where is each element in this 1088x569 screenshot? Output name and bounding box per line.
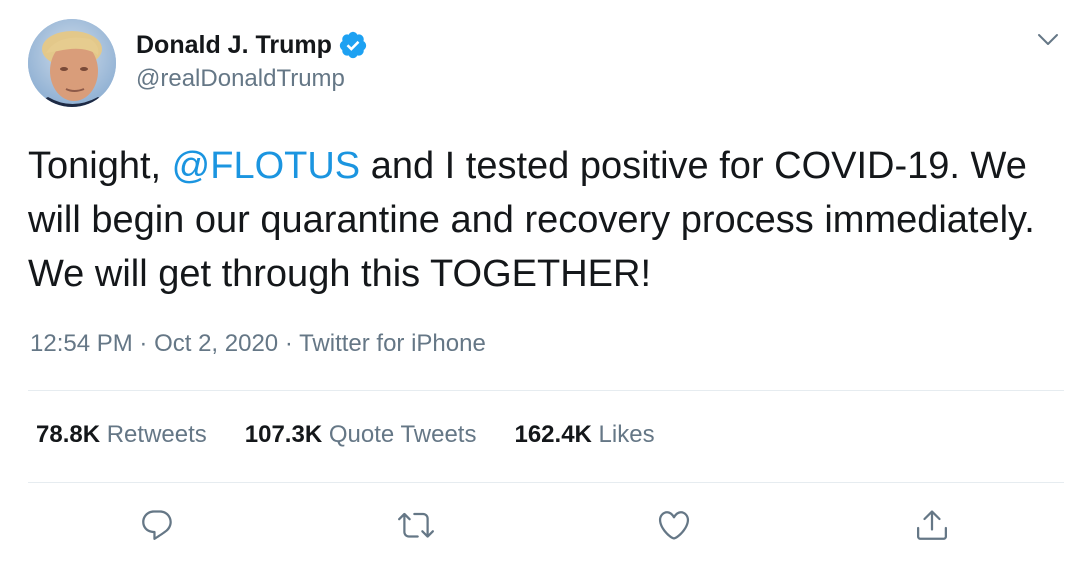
tweet-date[interactable]: Oct 2, 2020	[154, 330, 278, 357]
tweet-stats: 78.8K Retweets 107.3K Quote Tweets 162.4…	[36, 421, 655, 449]
tweet-time[interactable]: 12:54 PM	[30, 330, 133, 357]
like-button[interactable]	[654, 505, 694, 545]
tweet-meta: 12:54 PM · Oct 2, 2020 · Twitter for iPh…	[30, 330, 486, 358]
author-handle[interactable]: @realDonaldTrump	[136, 65, 345, 93]
quote-tweets-stat[interactable]: 107.3K Quote Tweets	[245, 421, 477, 449]
verified-badge-icon	[339, 31, 366, 59]
author-name-row: Donald J. Trump	[136, 28, 368, 62]
quote-tweets-label: Quote Tweets	[328, 421, 477, 448]
retweets-label: Retweets	[106, 421, 207, 448]
tweet-text-start: Tonight,	[28, 145, 172, 187]
share-icon	[917, 510, 947, 540]
retweets-stat[interactable]: 78.8K Retweets	[36, 421, 207, 449]
reply-button[interactable]	[137, 505, 177, 545]
tweet-card: Donald J. Trump @realDonaldTrump Tonight…	[0, 0, 1088, 569]
tweet-actions	[0, 505, 1088, 545]
mention-link[interactable]: @FLOTUS	[172, 145, 360, 187]
tweet-options-button[interactable]	[1030, 25, 1066, 55]
tweet-source[interactable]: Twitter for iPhone	[299, 330, 486, 357]
likes-label: Likes	[598, 421, 655, 448]
likes-count: 162.4K	[514, 421, 592, 448]
author-name[interactable]: Donald J. Trump	[136, 31, 332, 60]
tweet-text: Tonight, @FLOTUS and I tested positive f…	[28, 139, 1068, 301]
heart-icon	[658, 511, 690, 540]
avatar[interactable]	[28, 19, 116, 107]
reply-icon	[142, 510, 172, 540]
divider	[28, 390, 1064, 391]
chevron-down-icon	[1038, 34, 1058, 45]
meta-separator: ·	[284, 330, 293, 357]
retweet-button[interactable]	[396, 505, 436, 545]
share-button[interactable]	[912, 505, 952, 545]
retweet-icon	[398, 512, 434, 538]
meta-separator: ·	[139, 330, 148, 357]
divider	[28, 482, 1064, 483]
retweets-count: 78.8K	[36, 421, 101, 448]
likes-stat[interactable]: 162.4K Likes	[514, 421, 654, 449]
quote-tweets-count: 107.3K	[244, 421, 323, 448]
